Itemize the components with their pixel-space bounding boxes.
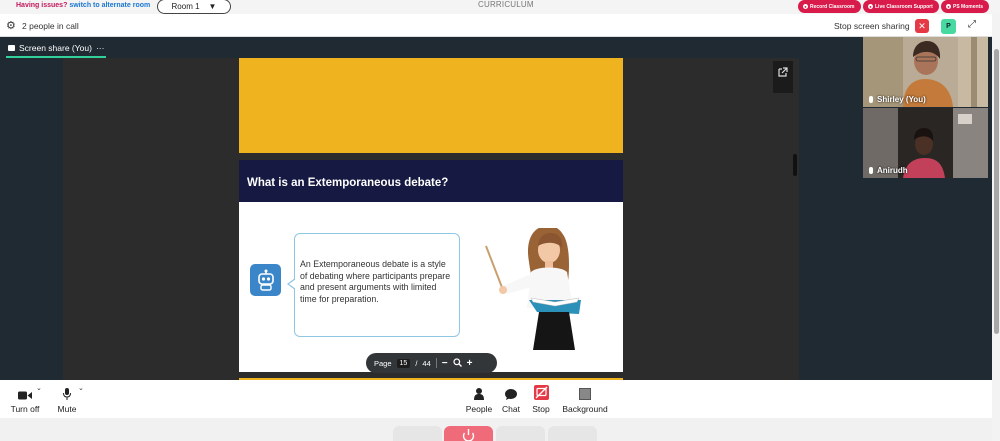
participant-name-text: Anirudh <box>877 166 908 175</box>
participant-tile[interactable]: Anirudh <box>863 108 988 178</box>
window-scrollbar-thumb[interactable] <box>994 49 999 334</box>
chat-label: Chat <box>502 404 520 414</box>
call-controls: Turn off ⌄ Mute ⌄ People Chat Stop Backg… <box>0 380 992 418</box>
tab-screen-share[interactable]: Screen share (You) ··· <box>6 40 107 58</box>
stop-sharing-label: Stop screen sharing <box>834 21 910 31</box>
window-scrollbar[interactable] <box>992 14 1000 441</box>
slide-header: What is an Extemporaneous debate? <box>239 160 623 202</box>
background-label: Background <box>562 404 608 414</box>
zoom-in-button[interactable]: + <box>467 358 473 369</box>
presentation-slide: What is an Extemporaneous debate? An Ext… <box>239 58 623 380</box>
definition-callout: An Extemporaneous debate is a style of d… <box>287 233 460 337</box>
camera-icon <box>18 391 32 400</box>
record-icon: ● <box>803 4 808 9</box>
support-icon: ● <box>868 4 873 9</box>
call-header: ⚙ 2 people in call Stop screen sharing ✕… <box>0 14 992 37</box>
mute-label: Mute <box>57 404 77 414</box>
participant-name: Anirudh <box>869 166 908 175</box>
stop-sharing-button[interactable]: ✕ <box>915 19 929 33</box>
robot-icon <box>250 264 281 296</box>
live-support-label: Live Classroom Support <box>875 3 933 10</box>
microphone-icon <box>63 388 71 400</box>
monitor-icon <box>8 45 15 51</box>
close-icon: ✕ <box>918 20 926 31</box>
background-button[interactable]: Background <box>561 380 609 418</box>
scrollbar-thumb[interactable] <box>793 154 797 176</box>
teacher-illustration <box>485 228 581 350</box>
ps-moments-label: PS Moments <box>953 3 984 10</box>
participant-name: Shirley (You) <box>869 95 926 104</box>
shared-screen: What is an Extemporaneous debate? An Ext… <box>63 58 799 380</box>
microphone-icon <box>869 167 873 174</box>
pdf-toolbar: Page 15 / 44 − + <box>366 353 497 373</box>
page-label: Page <box>374 358 392 368</box>
chat-icon <box>505 389 517 400</box>
record-classroom-button[interactable]: ● Record Classroom <box>798 0 861 13</box>
page-number-input[interactable]: 15 <box>396 358 411 368</box>
room-selector[interactable]: Room 1 ▼ <box>157 0 231 14</box>
page-separator: / <box>415 358 418 368</box>
stop-share-icon <box>533 385 549 400</box>
chevron-down-icon[interactable]: ⌄ <box>78 384 84 392</box>
top-strip: Having issues? switch to alternate room … <box>0 0 1000 14</box>
zoom-icon[interactable] <box>453 357 462 369</box>
end-call-dock-button[interactable] <box>444 426 493 441</box>
room-label: Room 1 <box>171 2 200 11</box>
slide-gap <box>239 153 623 160</box>
record-classroom-label: Record Classroom <box>810 3 855 10</box>
people-button[interactable]: People <box>465 380 493 418</box>
alternate-room-link[interactable]: switch to alternate room <box>69 2 150 9</box>
issues-notice: Having issues? switch to alternate room <box>16 2 150 9</box>
divider <box>435 358 437 368</box>
people-label: People <box>465 404 493 414</box>
stop-label: Stop <box>532 404 550 414</box>
turn-off-label: Turn off <box>10 404 40 414</box>
mute-button[interactable]: Mute <box>53 380 81 418</box>
gear-icon[interactable]: ⚙ <box>6 19 16 32</box>
slide-heading: What is an Extemporaneous debate? <box>247 177 449 189</box>
chevron-down-icon[interactable]: ⌄ <box>36 384 42 392</box>
slide-body: An Extemporaneous debate is a style of d… <box>239 202 623 372</box>
zoom-out-button[interactable]: − <box>442 358 448 369</box>
previous-slide-area <box>239 58 623 153</box>
participant-name-text: Shirley (You) <box>877 95 926 104</box>
live-support-button[interactable]: ● Live Classroom Support <box>863 0 939 13</box>
caret-down-icon: ▼ <box>208 2 217 11</box>
people-count: 2 people in call <box>22 21 79 31</box>
total-pages: 44 <box>422 358 431 368</box>
main-stage: Screen share (You) ··· What is an Extemp… <box>0 37 992 380</box>
popout-button[interactable] <box>773 61 793 93</box>
chat-button[interactable]: Chat <box>500 380 522 418</box>
fullscreen-dock-button[interactable] <box>393 426 442 441</box>
power-icon <box>462 429 475 441</box>
more-icon[interactable]: ··· <box>96 43 105 53</box>
moments-icon: ● <box>946 4 951 9</box>
settings-dock-button[interactable] <box>548 426 597 441</box>
stop-share-button[interactable]: Stop <box>530 380 552 418</box>
app-title: CURRICULUM <box>478 0 534 9</box>
participant-tile[interactable]: Shirley (You) <box>863 37 988 107</box>
issues-text: Having issues? <box>16 2 68 9</box>
fullscreen-icon[interactable]: ⤢ <box>968 19 976 30</box>
avatar[interactable]: P <box>941 19 956 34</box>
microphone-icon <box>869 96 873 103</box>
ps-moments-button[interactable]: ● PS Moments <box>941 0 989 13</box>
background-icon <box>579 388 591 400</box>
tab-label: Screen share (You) <box>19 43 92 53</box>
person-icon <box>474 388 484 400</box>
external-link-icon <box>778 67 788 77</box>
layout-dock-button[interactable] <box>496 426 545 441</box>
